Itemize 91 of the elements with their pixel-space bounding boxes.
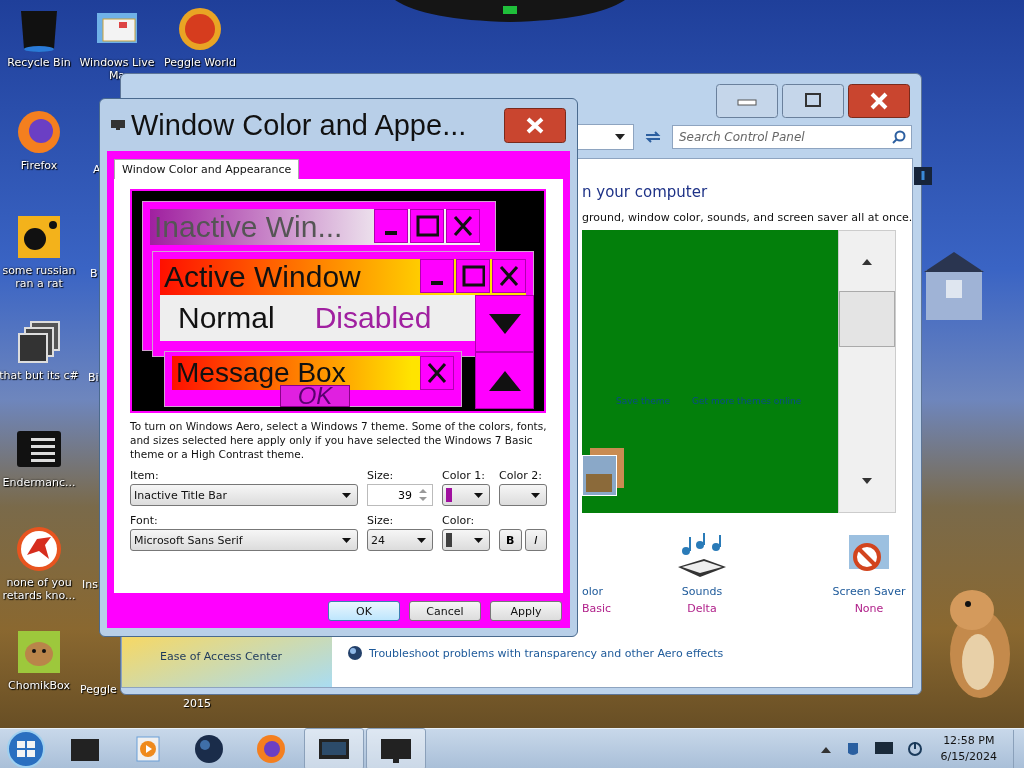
font-dropdown[interactable]: Microsoft Sans Serif xyxy=(130,529,358,551)
dinosaur-icon[interactable] xyxy=(15,525,63,573)
windows-stack-icon[interactable] xyxy=(15,318,63,366)
field-label: Size: xyxy=(367,514,395,527)
window-title: Inactive Win... xyxy=(153,210,344,244)
desktop-icon-label[interactable]: Recycle Bin xyxy=(0,56,79,69)
tab[interactable]: Window Color and Appearance xyxy=(114,159,300,179)
field-label: Font: xyxy=(130,514,159,527)
desktop-icon-label[interactable]: Endermanc... xyxy=(0,476,79,489)
window-title: Window Color and Appe... xyxy=(131,108,468,142)
desktop-icon-label[interactable]: Firefox xyxy=(0,159,79,172)
close-icon[interactable] xyxy=(492,259,526,293)
desktop-icon-label[interactable]: that but its c# xyxy=(0,369,79,382)
page-description: ground, window color, sounds, and screen saver all at once. xyxy=(582,211,914,224)
desktop-icon-label[interactable]: some russian ran a rat xyxy=(0,264,79,290)
dropdown-arrow-icon xyxy=(474,537,483,543)
scroll-up-icon[interactable] xyxy=(862,259,872,265)
setting-link[interactable]: Sounds xyxy=(681,585,723,598)
desktop-icon-label[interactable]: Peggle xyxy=(80,683,117,696)
scroll-down-icon[interactable] xyxy=(862,478,872,484)
down-arrow-icon xyxy=(488,313,521,334)
dropdown-arrow-icon xyxy=(342,537,351,543)
window-title: Active Window xyxy=(163,260,362,294)
monitor-icon[interactable] xyxy=(874,741,893,756)
start-orb-icon[interactable] xyxy=(6,728,46,768)
dropdown-arrow-icon xyxy=(342,492,351,498)
page-heading: n your computer xyxy=(582,183,709,201)
maximize-button[interactable] xyxy=(782,84,844,118)
dropdown-arrow-icon xyxy=(531,492,540,498)
close-icon[interactable] xyxy=(420,356,454,390)
troubleshoot-link[interactable]: Troubleshoot problems with transparency and other Aero effects xyxy=(369,646,724,660)
normal-text: Normal xyxy=(177,301,275,335)
disabled-text: Disabled xyxy=(313,301,432,335)
color-picker[interactable] xyxy=(442,529,490,551)
field-label: Size: xyxy=(367,469,395,482)
dropdown-arrow-icon xyxy=(615,134,625,140)
dialog-button[interactable]: OK xyxy=(328,601,400,621)
item-dropdown[interactable]: Inactive Title Bar xyxy=(130,484,358,506)
color-picker[interactable] xyxy=(442,484,490,506)
dialog-button[interactable]: Apply xyxy=(490,601,562,621)
clock-time: 12:58 PM xyxy=(943,732,995,749)
setting-value[interactable]: Basic xyxy=(582,602,612,615)
font-size-dropdown[interactable]: 24 xyxy=(367,529,433,551)
monitor-icon[interactable] xyxy=(304,727,364,768)
desktop-text: 2015 xyxy=(183,697,211,710)
italic-button[interactable]: I xyxy=(524,529,547,551)
house-drawing xyxy=(924,250,984,320)
description-text: To turn on Windows Aero, select a Windows 7 theme. Some of the colors, fonts, and sizes selected here apply only if you have selected the Windows 7 Basic theme or a High Contrast theme. xyxy=(130,419,547,461)
search-field[interactable]: Search Control Panel xyxy=(672,125,912,149)
hamster-icon[interactable] xyxy=(15,628,63,676)
close-button[interactable] xyxy=(848,84,910,118)
bold-button[interactable]: B xyxy=(499,529,522,551)
setting-link[interactable]: olor xyxy=(582,585,604,598)
desktop-icon-label[interactable]: Bi xyxy=(88,371,99,384)
search-icon[interactable] xyxy=(892,130,906,144)
setting-value[interactable]: None xyxy=(854,602,884,615)
field-label: Color: xyxy=(442,514,476,527)
clock[interactable]: 12:58 PM 6/15/2024 xyxy=(940,732,997,765)
photo-stack-icon xyxy=(582,448,624,496)
maximize-icon[interactable] xyxy=(456,259,490,293)
scroll-thumb[interactable] xyxy=(839,291,895,347)
setting-link[interactable]: Screen Saver xyxy=(832,585,906,598)
desktop-icon-label[interactable]: none of you retards kno... xyxy=(0,576,79,602)
window-title: Message Box xyxy=(175,357,347,388)
dialog-button[interactable]: Cancel xyxy=(409,601,481,621)
tile-icon[interactable] xyxy=(15,213,63,261)
fox-icon[interactable] xyxy=(15,108,63,156)
ease-of-access-link[interactable]: Ease of Access Center xyxy=(160,650,332,663)
field-label: Color 2: xyxy=(499,469,543,482)
desktop-icon-label[interactable]: Peggle World xyxy=(160,56,240,69)
minimize-icon[interactable] xyxy=(420,259,454,293)
globe-icon xyxy=(347,645,363,661)
setting-value[interactable]: Delta xyxy=(687,602,717,615)
desktop-icon-label[interactable]: Ins xyxy=(82,578,98,591)
scroll-bar[interactable] xyxy=(838,230,896,513)
desktop-icon-label[interactable]: B xyxy=(90,267,98,280)
minimize-button[interactable] xyxy=(716,84,778,118)
field-label: Color 1: xyxy=(442,469,486,482)
field-label: Item: xyxy=(130,469,160,482)
clock-date: 6/15/2024 xyxy=(940,748,997,765)
desktop-icon-label[interactable]: ChomikBox xyxy=(0,679,79,692)
size-spinner[interactable]: 39 xyxy=(367,484,433,506)
ball-icon[interactable] xyxy=(176,5,224,53)
window-icon xyxy=(111,120,125,130)
dropdown-arrow-icon xyxy=(474,492,483,498)
power-icon[interactable] xyxy=(906,740,923,757)
monitor-icon[interactable] xyxy=(366,727,426,768)
close-button[interactable] xyxy=(504,107,566,143)
up-arrow-icon xyxy=(488,370,521,391)
color-picker[interactable] xyxy=(499,484,547,506)
dropdown-arrow-icon xyxy=(417,537,426,543)
